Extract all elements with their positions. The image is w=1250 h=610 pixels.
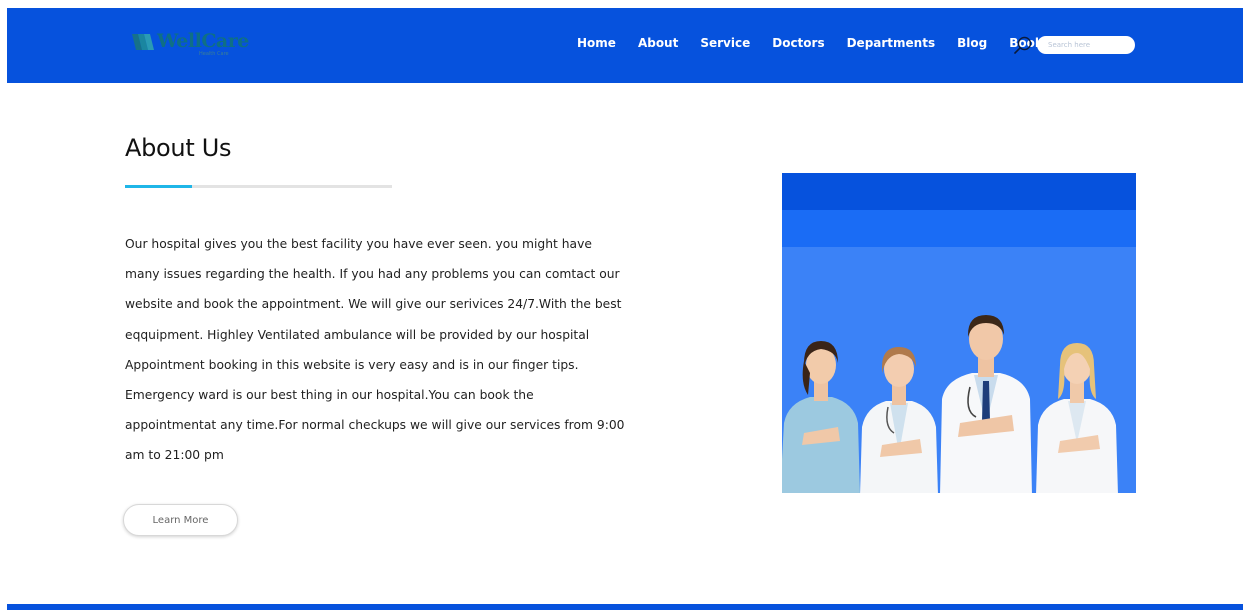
logo-leaf-icon bbox=[132, 34, 154, 50]
nav-service[interactable]: Service bbox=[700, 36, 750, 50]
panel-band-middle bbox=[782, 210, 1136, 247]
doctor-figure-4 bbox=[1036, 343, 1118, 493]
doctor-figure-1 bbox=[782, 341, 860, 493]
footer-strip bbox=[7, 604, 1243, 610]
learn-more-button[interactable]: Learn More bbox=[123, 504, 238, 536]
nav-home[interactable]: Home bbox=[577, 36, 616, 50]
main-nav: Home About Service Doctors Departments B… bbox=[577, 36, 1065, 50]
logo-text: WellCare Health Care bbox=[157, 30, 249, 57]
nav-blog[interactable]: Blog bbox=[957, 36, 987, 50]
nav-about[interactable]: About bbox=[638, 36, 678, 50]
logo-tagline: Health Care bbox=[199, 51, 229, 57]
logo-name: WellCare bbox=[157, 30, 249, 52]
doctor-figure-2 bbox=[860, 347, 938, 493]
title-underline bbox=[125, 185, 392, 188]
nav-departments[interactable]: Departments bbox=[847, 36, 936, 50]
doctors-image-panel bbox=[782, 173, 1136, 493]
logo[interactable]: WellCare Health Care bbox=[131, 30, 251, 64]
about-title: About Us bbox=[125, 134, 232, 162]
doctor-figure-3 bbox=[940, 315, 1032, 493]
panel-band-top bbox=[782, 173, 1136, 210]
navbar: WellCare Health Care Home About Service … bbox=[7, 8, 1243, 83]
about-paragraph: Our hospital gives you the best facility… bbox=[125, 237, 625, 463]
search-input[interactable] bbox=[1037, 36, 1135, 54]
search-icon[interactable] bbox=[1013, 35, 1033, 55]
nav-doctors[interactable]: Doctors bbox=[772, 36, 824, 50]
doctors-group-image bbox=[782, 315, 1118, 493]
title-underline-accent bbox=[125, 185, 192, 188]
